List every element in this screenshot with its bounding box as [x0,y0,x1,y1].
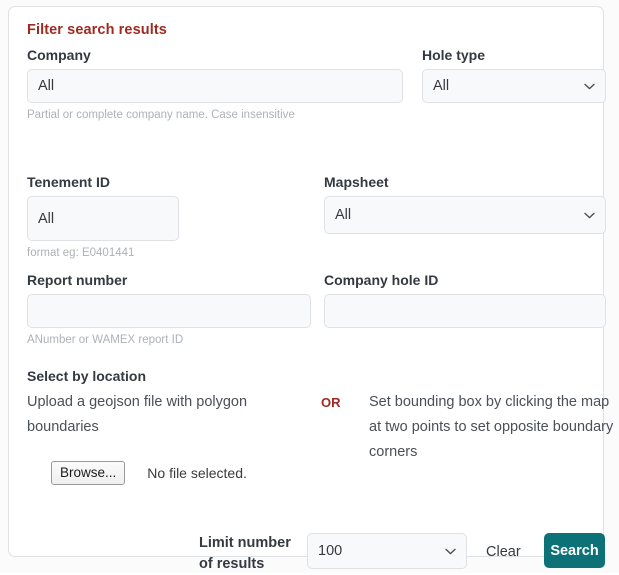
field-hole-type: Hole type All [422,46,606,103]
report-number-help-text: ANumber or WAMEX report ID [27,334,184,346]
geojson-file-input-row: Browse... No file selected. [51,461,247,485]
field-tenement-id: Tenement ID format eg: E0401441 [27,173,179,260]
company-help-text: Partial or complete company name. Case i… [27,109,295,121]
limit-results-label: Limit number of results [199,535,291,572]
search-button[interactable]: Search [544,533,605,568]
tenement-id-label: Tenement ID [27,174,110,190]
hole-type-select[interactable]: All [422,69,606,103]
hole-type-label: Hole type [422,47,486,63]
mapsheet-label: Mapsheet [324,174,389,190]
field-mapsheet: Mapsheet All [324,173,606,234]
field-report-number: Report number ANumber or WAMEX report ID [27,271,311,347]
report-number-label: Report number [27,272,128,288]
tenement-id-input[interactable] [27,196,179,241]
tenement-id-help-text: format eg: E0401441 [27,247,135,259]
company-hole-id-label: Company hole ID [324,272,439,288]
page-title: Filter search results [27,22,167,38]
limit-results-select[interactable]: 100 [307,533,467,569]
or-separator-label: OR [321,395,341,410]
select-by-location-label: Select by location [27,368,147,384]
field-company: Company Partial or complete company name… [27,46,403,122]
company-hole-id-input[interactable] [324,294,606,328]
report-number-input[interactable] [27,294,311,328]
field-company-hole-id: Company hole ID [324,271,606,328]
page-background: Filter search results Company Partial or… [0,0,619,573]
hole-type-select-wrap: All [422,69,606,103]
mapsheet-select[interactable]: All [324,196,606,234]
company-label: Company [27,47,91,63]
company-input[interactable] [27,69,403,103]
geojson-upload-description: Upload a geojson file with polygon bound… [27,394,248,435]
file-selected-status: No file selected. [147,465,247,481]
filter-search-results-card: Filter search results Company Partial or… [8,6,613,572]
limit-results-select-wrap: 100 [307,533,467,569]
bounding-box-description: Set bounding box by clicking the map at … [369,394,614,460]
mapsheet-select-wrap: All [324,196,606,234]
clear-button[interactable]: Clear [486,542,521,562]
browse-button[interactable]: Browse... [51,461,126,485]
